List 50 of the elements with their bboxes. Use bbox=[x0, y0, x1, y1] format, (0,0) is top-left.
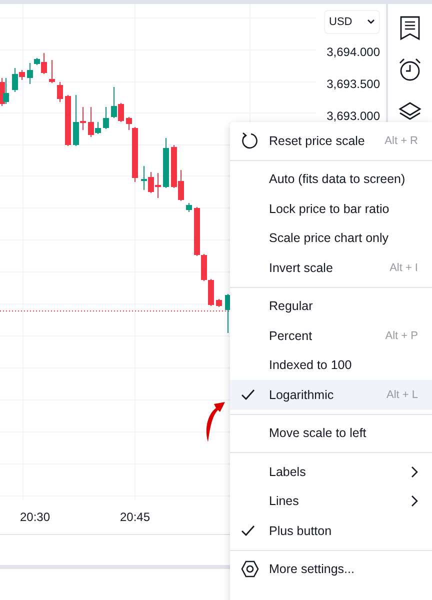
time-label: 20:45 bbox=[120, 510, 150, 524]
menu-item[interactable]: Auto (fits data to screen) bbox=[230, 164, 432, 194]
menu-item[interactable]: Lines bbox=[230, 486, 432, 516]
menu-item-label: Indexed to 100 bbox=[269, 358, 353, 372]
price-label: 3,693.500 bbox=[326, 76, 380, 93]
chevron-right-icon bbox=[410, 466, 418, 478]
menu-item-label: Regular bbox=[269, 299, 314, 314]
menu-item[interactable]: More settings... bbox=[230, 554, 432, 584]
time-label: 20:30 bbox=[20, 510, 50, 524]
menu-item-label: Lines bbox=[269, 494, 300, 508]
chevron-right-icon bbox=[410, 495, 418, 508]
menu-item-label: More settings... bbox=[269, 562, 356, 576]
menu-item[interactable]: Indexed to 100 bbox=[230, 350, 432, 380]
menu-item[interactable]: Reset price scale Alt + R bbox=[230, 126, 432, 156]
caret-icon bbox=[367, 19, 375, 25]
menu-item-label: Lock price to bar ratio bbox=[269, 202, 390, 216]
candlestick bbox=[57, 82, 63, 102]
menu-item[interactable]: Regular bbox=[230, 292, 432, 321]
candlestick bbox=[49, 60, 55, 84]
menu-item[interactable]: Move scale to left bbox=[230, 418, 432, 448]
price-label: 3,693.000 bbox=[326, 108, 380, 125]
menu-item-label: Invert scale bbox=[269, 260, 334, 275]
shortcut-label: Alt + I bbox=[390, 262, 418, 274]
candlestick bbox=[65, 94, 71, 146]
menu-item[interactable]: Plus button bbox=[230, 516, 432, 546]
menu-item[interactable]: Lock price to bar ratio bbox=[230, 194, 432, 224]
price-label: 3,694.000 bbox=[326, 44, 380, 61]
menu-item-label: Auto (fits data to screen) bbox=[269, 172, 406, 186]
menu-item-label: Labels bbox=[269, 464, 307, 479]
menu-item-label: Scale price chart only bbox=[269, 231, 390, 246]
menu-item[interactable]: Scale price chart only bbox=[230, 224, 432, 253]
reset-icon bbox=[240, 130, 260, 151]
menu-item-label: Move scale to left bbox=[269, 426, 368, 440]
settings-icon bbox=[240, 559, 260, 580]
menu-item[interactable]: Invert scale Alt + I bbox=[230, 253, 432, 282]
candlestick bbox=[103, 106, 109, 130]
menu-item-label: Reset price scale bbox=[269, 134, 366, 148]
candlestick bbox=[216, 298, 222, 308]
shortcut-label: Alt + R bbox=[384, 134, 418, 147]
menu-item-label: Plus button bbox=[269, 524, 333, 538]
currency-dropdown[interactable]: USD bbox=[324, 10, 380, 34]
menu-item-label: Logarithmic bbox=[269, 388, 335, 402]
shortcut-label: Alt + P bbox=[385, 330, 418, 342]
menu-item[interactable]: Logarithmic Alt + L bbox=[230, 380, 432, 410]
menu-item[interactable]: Labels bbox=[230, 457, 432, 486]
shortcut-label: Alt + L bbox=[386, 388, 418, 401]
menu-item-label: Percent bbox=[269, 328, 314, 343]
menu-item[interactable]: Percent Alt + P bbox=[230, 321, 432, 350]
candlestick bbox=[163, 138, 169, 188]
candlestick bbox=[186, 202, 192, 212]
